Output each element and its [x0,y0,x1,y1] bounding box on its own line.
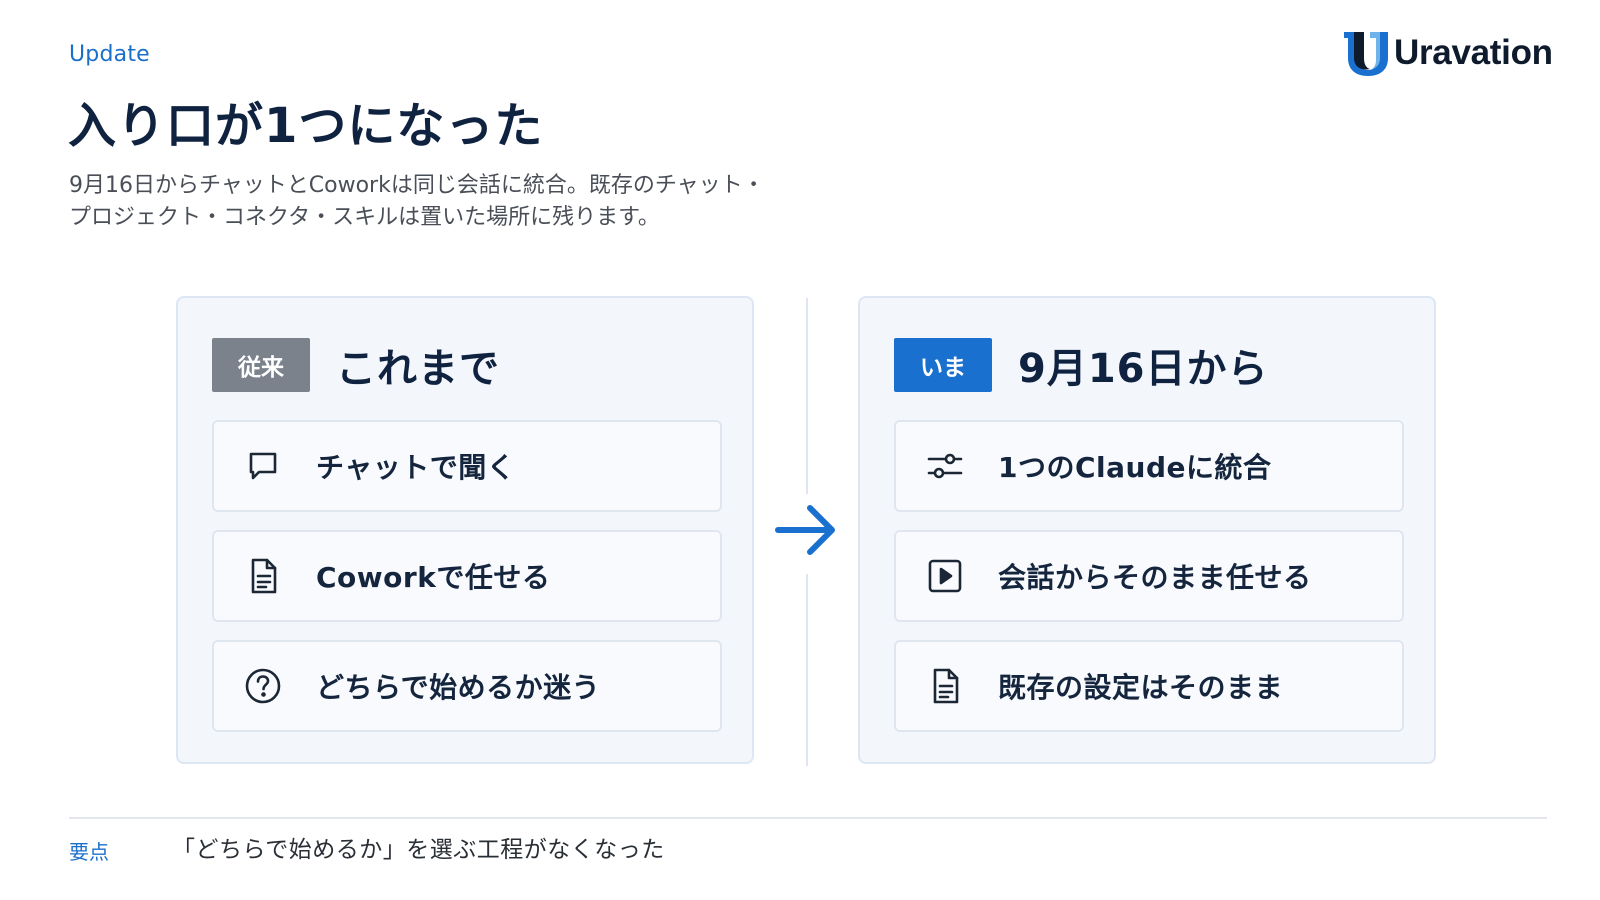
before-item-label: Coworkで任せる [316,561,551,594]
after-panel: いま 9月16日から 1つのClaudeに統合 会話からそのまま任せる 既存の設… [858,296,1436,764]
brand-logo: Uravation [1340,28,1553,78]
subtitle-line: プロジェクト・コネクタ・スキルは置いた場所に残ります。 [69,205,660,230]
before-item-cowork: Coworkで任せる [212,530,722,622]
before-panel-header: 従来 これまで [212,336,500,394]
before-panel: 従来 これまで チャットで聞く Coworkで任せる どちらで始めるか迷う [176,296,754,764]
before-title: これまで [336,346,500,392]
key-point-text: 「どちらで始めるか」を選ぶ工程がなくなった [172,837,665,863]
subtitle: 9月16日からチャットとCoworkは同じ会話に統合。既存のチャット・ プロジェ… [69,170,889,234]
before-item-label: チャットで聞く [316,451,516,484]
after-item-label: 会話からそのまま任せる [998,561,1312,594]
question-circle-icon [240,663,286,709]
footer-divider [69,817,1547,819]
document-icon [240,553,286,599]
before-item-chat: チャットで聞く [212,420,722,512]
chat-bubble-icon [240,443,286,489]
key-point-label: 要点 [69,840,109,864]
subtitle-line: 9月16日からチャットとCoworkは同じ会話に統合。既存のチャット・ [69,173,765,198]
after-title: 9月16日から [1018,346,1269,392]
uravation-logo-icon [1344,32,1388,76]
document-icon [922,663,968,709]
slide: Update 入り口が1つになった 9月16日からチャットとCoworkは同じ会… [0,0,1600,900]
after-tag: いま [894,338,992,392]
after-item-label: 既存の設定はそのまま [998,671,1284,704]
divider-line [806,298,808,494]
after-panel-header: いま 9月16日から [894,336,1269,394]
before-item-confused: どちらで始めるか迷う [212,640,722,732]
after-item-label: 1つのClaudeに統合 [998,451,1272,484]
after-item-delegate: 会話からそのまま任せる [894,530,1404,622]
brand-name: Uravation [1394,33,1553,72]
page-title: 入り口が1つになった [68,98,544,154]
play-square-icon [922,553,968,599]
arrow-right-icon [775,505,835,555]
eyebrow-label: Update [69,42,150,67]
after-item-settings: 既存の設定はそのまま [894,640,1404,732]
divider-line [806,574,808,766]
before-item-label: どちらで始めるか迷う [316,671,601,704]
sliders-icon [922,443,968,489]
after-item-unified: 1つのClaudeに統合 [894,420,1404,512]
before-tag: 従来 [212,338,310,392]
